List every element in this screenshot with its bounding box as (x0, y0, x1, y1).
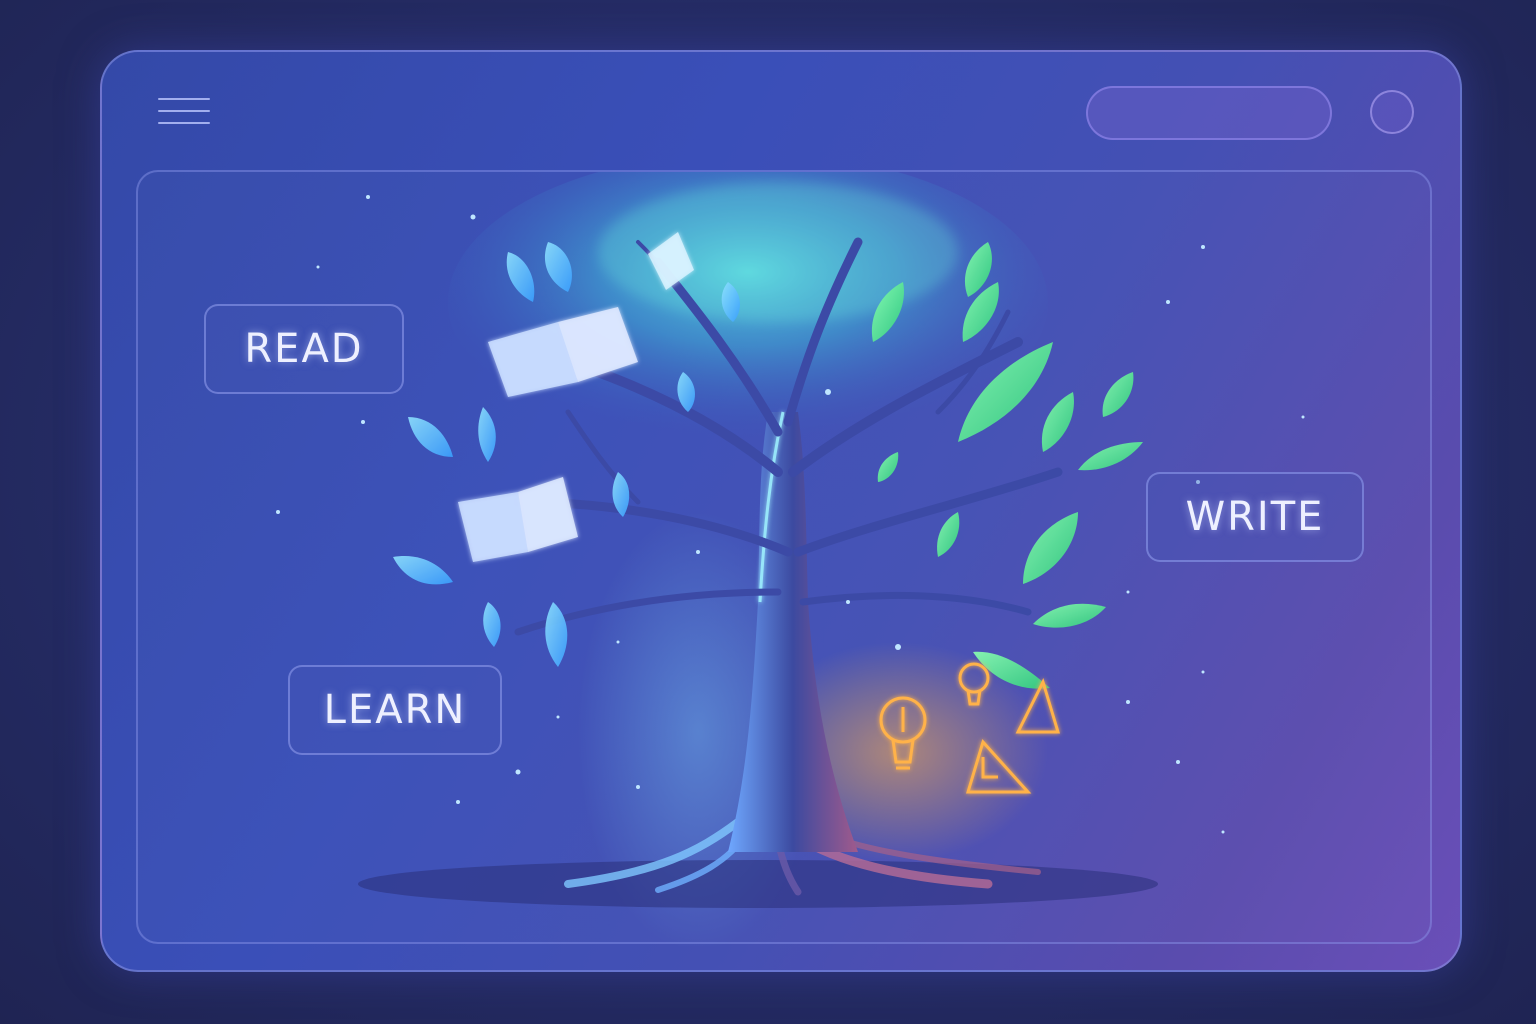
leaf-icon (1041, 392, 1074, 452)
leaf-icon (478, 407, 496, 462)
leaf-icon (1078, 442, 1143, 471)
leaf-icon (1023, 512, 1078, 584)
app-window: READ LEARN WRITE (100, 50, 1462, 972)
avatar[interactable] (1370, 90, 1414, 134)
learn-label-chip[interactable]: LEARN (288, 665, 502, 755)
hamburger-menu-icon[interactable] (158, 98, 212, 128)
leaf-icon (545, 602, 568, 667)
read-label-chip[interactable]: READ (204, 304, 404, 394)
search-input[interactable] (1086, 86, 1332, 140)
leaf-icon (877, 452, 899, 482)
leaf-icon (408, 417, 453, 457)
menu-line (158, 98, 210, 100)
leaf-icon (483, 602, 501, 647)
content-panel: READ LEARN WRITE (136, 170, 1432, 946)
menu-line (158, 122, 210, 124)
open-book-icon (458, 477, 578, 562)
leaf-icon (1102, 372, 1134, 417)
leaf-icon (1033, 603, 1106, 628)
page-background: READ LEARN WRITE (0, 0, 1536, 1024)
write-label-chip[interactable]: WRITE (1146, 472, 1364, 562)
menu-line (158, 110, 210, 112)
leaf-icon (393, 556, 453, 585)
leaf-icon (937, 512, 960, 557)
